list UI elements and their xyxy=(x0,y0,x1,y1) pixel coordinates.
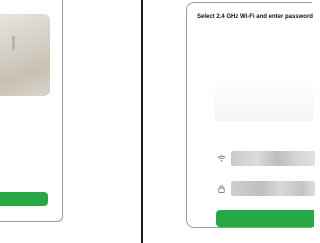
wifi-icon xyxy=(217,155,226,162)
wifi-name-input[interactable] xyxy=(231,151,315,166)
page-title: Select 2.4 GHz Wi-Fi and enter password xyxy=(197,14,313,20)
left-continue-button[interactable] xyxy=(0,192,48,206)
band-illustration xyxy=(215,73,313,121)
right-phone-screen: Select 2.4 GHz Wi-Fi and enter password xyxy=(186,2,315,228)
password-input[interactable] xyxy=(231,181,315,196)
wifi-field-row xyxy=(217,151,315,166)
band-row-1 xyxy=(241,83,311,89)
device-photo xyxy=(0,14,50,96)
lock-icon xyxy=(218,185,225,193)
band-row-2 xyxy=(241,100,311,106)
next-button[interactable] xyxy=(216,210,314,227)
divider-line xyxy=(141,0,143,243)
left-phone-screen xyxy=(0,0,63,222)
password-field-row xyxy=(217,181,315,196)
